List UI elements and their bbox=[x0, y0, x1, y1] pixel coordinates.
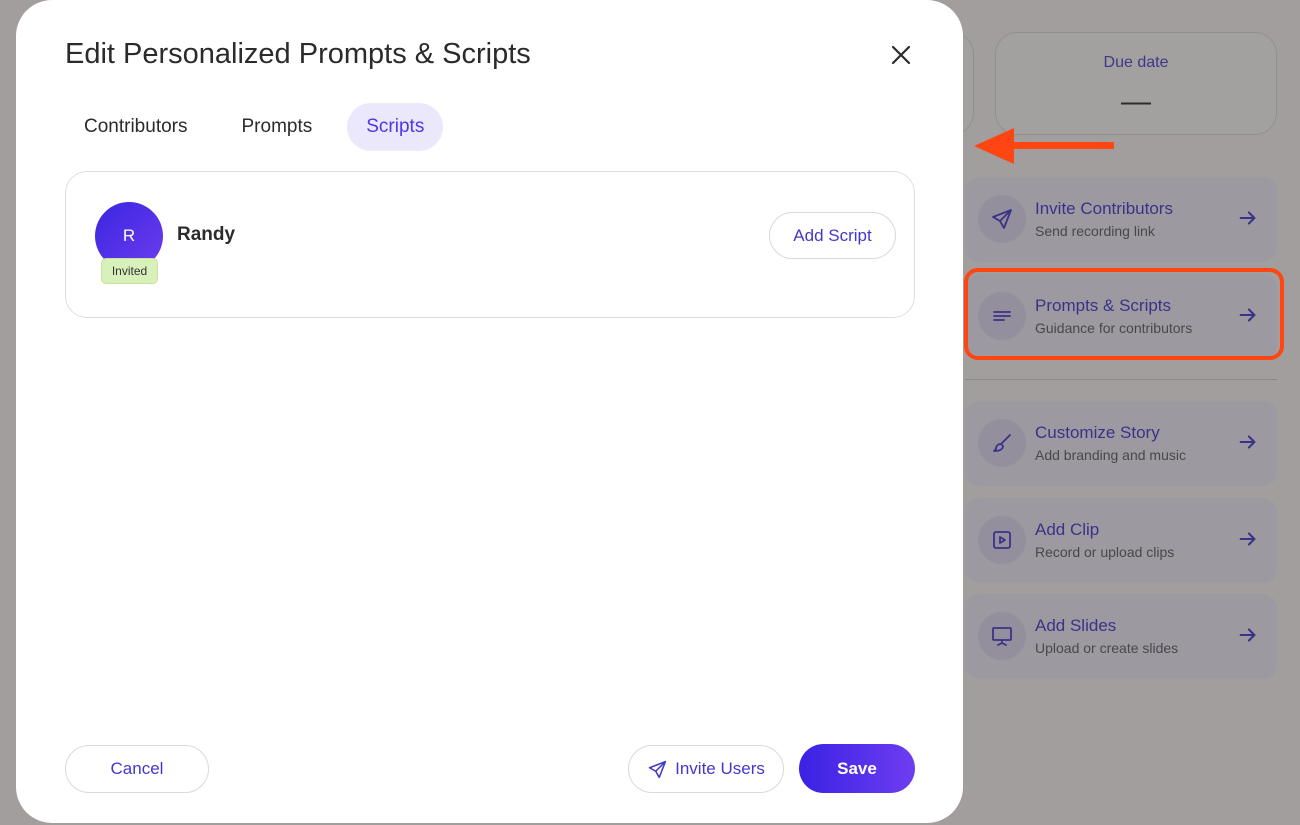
status-badge: Invited bbox=[101, 258, 158, 284]
modal-title: Edit Personalized Prompts & Scripts bbox=[65, 38, 531, 70]
invite-users-button[interactable]: Invite Users bbox=[628, 745, 784, 793]
edit-prompts-scripts-modal: Edit Personalized Prompts & Scripts Cont… bbox=[16, 0, 963, 823]
contributor-card: R Invited Randy Add Script bbox=[65, 171, 915, 318]
modal-tabs: Contributors Prompts Scripts bbox=[65, 103, 459, 151]
annotation-highlight-box bbox=[964, 268, 1284, 360]
add-script-button[interactable]: Add Script bbox=[769, 212, 896, 259]
tab-contributors[interactable]: Contributors bbox=[65, 103, 207, 151]
save-button[interactable]: Save bbox=[799, 744, 915, 793]
close-icon bbox=[891, 45, 911, 65]
annotation-arrow-left-icon bbox=[974, 128, 1114, 164]
send-icon bbox=[648, 760, 667, 778]
tab-prompts[interactable]: Prompts bbox=[223, 103, 332, 151]
cancel-button[interactable]: Cancel bbox=[65, 745, 209, 793]
tab-scripts[interactable]: Scripts bbox=[347, 103, 444, 151]
close-button[interactable] bbox=[886, 40, 916, 70]
invite-users-label: Invite Users bbox=[675, 759, 765, 778]
contributor-name: Randy bbox=[177, 224, 236, 245]
